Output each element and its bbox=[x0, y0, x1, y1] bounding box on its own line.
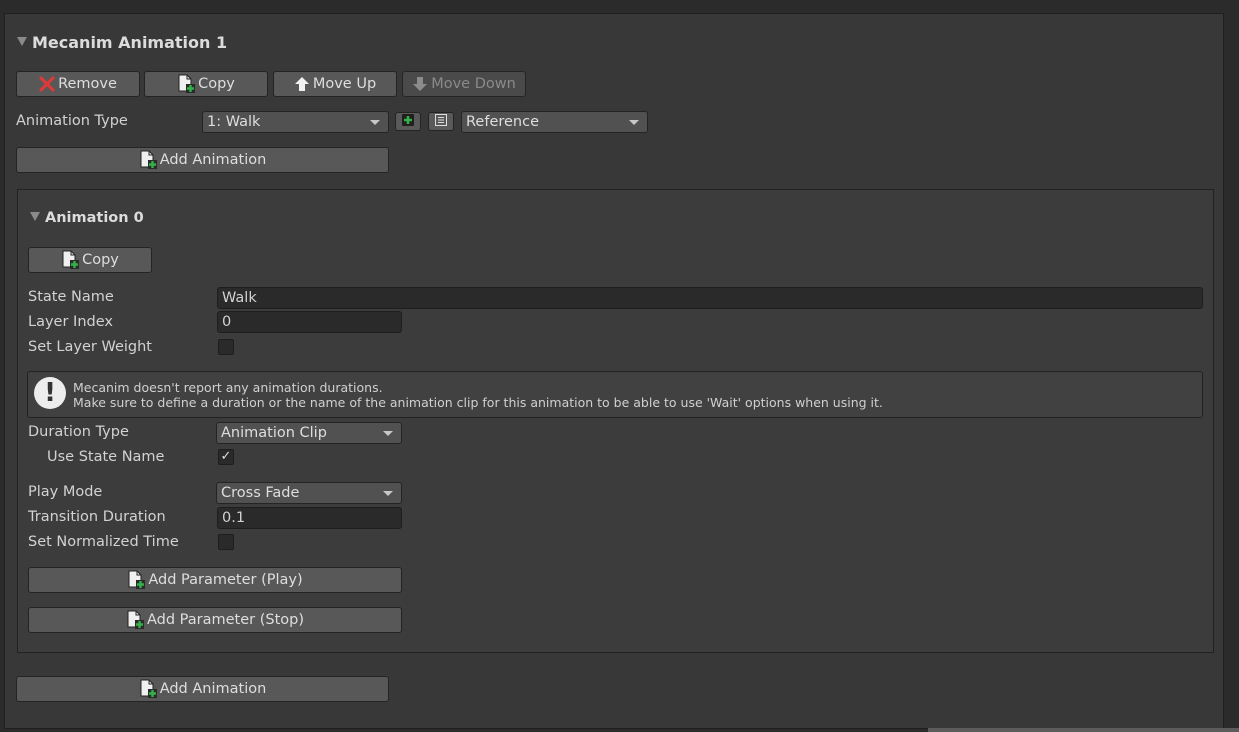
use-state-name-label: Use State Name bbox=[47, 449, 165, 465]
move-down-button[interactable]: Move Down bbox=[402, 71, 526, 97]
copy-button[interactable]: Copy bbox=[144, 71, 268, 97]
foldout-mecanim-animation[interactable]: Mecanim Animation 1 bbox=[17, 33, 227, 52]
add-animation-bottom-label: Add Animation bbox=[159, 681, 267, 697]
chevron-down-icon bbox=[383, 431, 393, 436]
arrow-down-icon bbox=[412, 76, 428, 92]
add-type-button[interactable] bbox=[395, 112, 421, 131]
add-animation-button[interactable]: Add Animation bbox=[16, 147, 389, 173]
reference-dropdown[interactable]: Reference bbox=[461, 111, 648, 133]
play-mode-dropdown[interactable]: Cross Fade bbox=[216, 482, 402, 504]
set-layer-weight-label: Set Layer Weight bbox=[28, 339, 152, 355]
animation-title: Animation 0 bbox=[45, 210, 144, 226]
animation-type-dropdown[interactable]: 1: Walk bbox=[202, 111, 389, 133]
add-parameter-stop-label: Add Parameter (Stop) bbox=[146, 612, 304, 628]
help-line-2: Make sure to define a duration or the na… bbox=[73, 395, 883, 410]
move-up-button-label: Move Up bbox=[312, 76, 377, 92]
state-name-field[interactable]: Walk bbox=[217, 287, 1203, 309]
add-animation-label: Add Animation bbox=[159, 152, 267, 168]
add-parameter-play-label: Add Parameter (Play) bbox=[148, 572, 303, 588]
play-mode-value: Cross Fade bbox=[221, 485, 300, 501]
help-box: ! Mecanim doesn't report any animation d… bbox=[27, 371, 1203, 418]
document-add-icon bbox=[126, 610, 144, 630]
list-icon bbox=[435, 113, 447, 130]
animation-type-label: Animation Type bbox=[16, 113, 128, 129]
reference-value: Reference bbox=[466, 114, 540, 130]
add-animation-bottom-button[interactable]: Add Animation bbox=[16, 676, 389, 702]
layer-index-field[interactable]: 0 bbox=[217, 311, 402, 333]
move-up-button[interactable]: Move Up bbox=[273, 71, 397, 97]
state-name-label: State Name bbox=[28, 289, 114, 305]
document-add-icon bbox=[139, 150, 157, 170]
chevron-down-icon bbox=[370, 120, 380, 125]
set-normalized-time-label: Set Normalized Time bbox=[28, 534, 179, 550]
foldout-triangle-icon bbox=[17, 37, 27, 46]
add-parameter-play-button[interactable]: Add Parameter (Play) bbox=[28, 567, 402, 593]
animation-type-value: 1: Walk bbox=[207, 114, 261, 130]
transition-duration-label: Transition Duration bbox=[28, 509, 166, 525]
duration-type-value: Animation Clip bbox=[221, 425, 327, 441]
foldout-animation-0[interactable]: Animation 0 bbox=[30, 210, 144, 226]
foldout-title-label: Mecanim Animation 1 bbox=[32, 33, 228, 52]
move-down-button-label: Move Down bbox=[431, 76, 516, 92]
document-add-icon bbox=[139, 679, 157, 699]
animation-copy-label: Copy bbox=[82, 252, 119, 268]
transition-duration-field[interactable]: 0.1 bbox=[217, 507, 402, 529]
use-state-name-checkbox[interactable]: ✓ bbox=[218, 449, 234, 465]
list-button[interactable] bbox=[428, 112, 454, 131]
remove-button[interactable]: Remove bbox=[16, 71, 140, 97]
help-line-1: Mecanim doesn't report any animation dur… bbox=[73, 380, 383, 395]
foldout-triangle-icon bbox=[30, 211, 40, 221]
duration-type-label: Duration Type bbox=[28, 424, 129, 440]
x-icon bbox=[39, 76, 55, 92]
set-normalized-time-checkbox[interactable] bbox=[218, 534, 234, 550]
add-parameter-stop-button[interactable]: Add Parameter (Stop) bbox=[28, 607, 402, 633]
chevron-down-icon bbox=[383, 491, 393, 496]
copy-button-label: Copy bbox=[198, 76, 235, 92]
warning-icon: ! bbox=[34, 377, 66, 409]
checkmark-icon: ✓ bbox=[220, 449, 232, 464]
duration-type-dropdown[interactable]: Animation Clip bbox=[216, 422, 402, 444]
remove-button-label: Remove bbox=[58, 76, 117, 92]
arrow-up-icon bbox=[294, 76, 310, 92]
set-layer-weight-checkbox[interactable] bbox=[218, 339, 234, 355]
plus-icon bbox=[402, 113, 414, 130]
animation-copy-button[interactable]: Copy bbox=[28, 247, 152, 273]
play-mode-label: Play Mode bbox=[28, 484, 103, 500]
document-add-icon bbox=[127, 570, 146, 590]
document-add-icon bbox=[177, 74, 196, 94]
layer-index-label: Layer Index bbox=[28, 314, 113, 330]
document-add-icon bbox=[61, 250, 80, 270]
chevron-down-icon bbox=[629, 120, 639, 125]
horizontal-scrollbar[interactable] bbox=[928, 728, 1239, 732]
